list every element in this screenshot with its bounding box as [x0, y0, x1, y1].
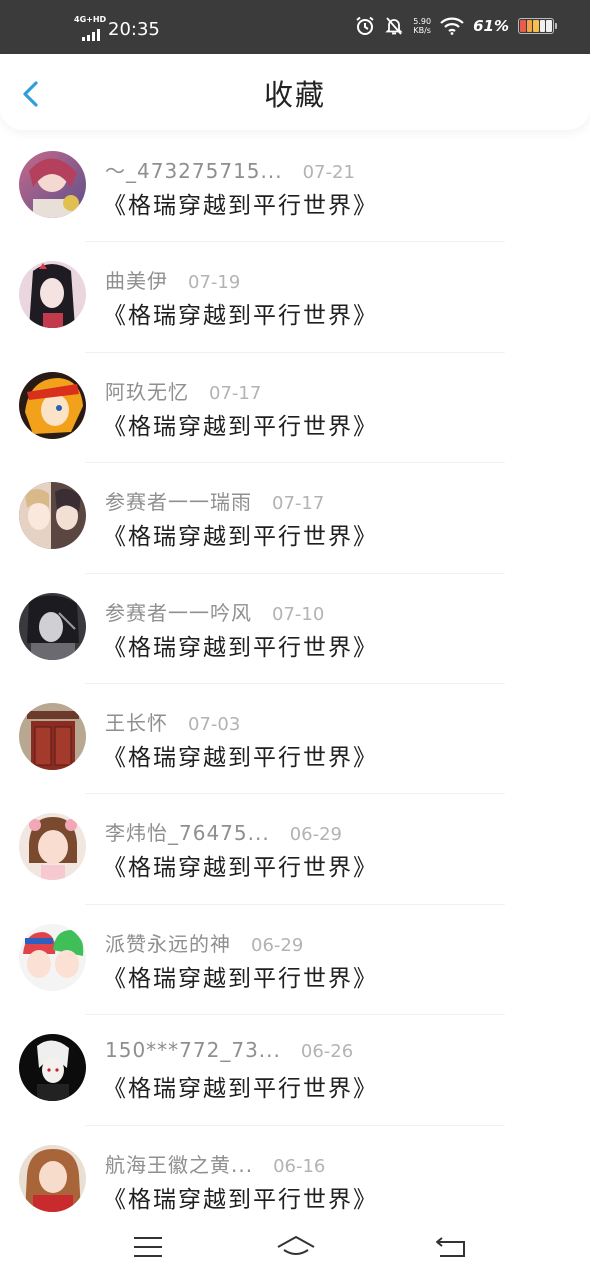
avatar[interactable]	[19, 1144, 86, 1212]
back-icon	[436, 1237, 465, 1257]
avatar[interactable]	[19, 482, 86, 550]
home-icon	[277, 1236, 315, 1255]
item-date: 07-17	[272, 493, 325, 515]
list-item[interactable]: 阿玖无忆 07-17 《格瑞穿越到平行世界》	[0, 353, 590, 464]
username[interactable]: 派赞永远的神	[105, 928, 231, 957]
book-title[interactable]: 《格瑞穿越到平行世界》	[103, 628, 378, 662]
item-date: 07-21	[302, 162, 355, 183]
home-button[interactable]	[276, 1232, 316, 1262]
list-item[interactable]: ～_473275715... 07-21 《格瑞穿越到平行世界》	[0, 132, 590, 243]
alarm-icon	[356, 16, 374, 35]
item-date: 06-16	[273, 1155, 326, 1177]
list-item[interactable]: 参赛者一一瑞雨 07-17 《格瑞穿越到平行世界》	[0, 463, 590, 574]
username[interactable]: 王长怀	[105, 707, 168, 736]
username[interactable]: 航海王徽之黄...	[105, 1149, 253, 1178]
list-item[interactable]: 李炜怡_76475... 06-29 《格瑞穿越到平行世界》	[0, 794, 590, 905]
book-title[interactable]: 《格瑞穿越到平行世界》	[103, 517, 378, 551]
username[interactable]: 李炜怡_76475...	[105, 817, 270, 846]
item-date: 06-29	[289, 824, 343, 846]
item-meta: ～_473275715... 07-21	[105, 155, 355, 184]
favorites-list: ～_473275715... 07-21 《格瑞穿越到平行世界》 曲美伊 07-…	[0, 132, 590, 1236]
username[interactable]: 150***772_73...	[105, 1038, 281, 1062]
menu-icon	[134, 1237, 162, 1257]
item-meta: 参赛者一一吟风 07-10	[105, 597, 324, 626]
item-meta: 王长怀 07-03	[105, 707, 240, 736]
book-title[interactable]: 《格瑞穿越到平行世界》	[103, 296, 378, 330]
avatar[interactable]	[19, 1034, 86, 1102]
username[interactable]: 阿玖无忆	[105, 376, 189, 405]
battery-percent: 61%	[473, 17, 509, 35]
avatar[interactable]	[19, 151, 86, 218]
list-item[interactable]: 派赞永远的神 06-29 《格瑞穿越到平行世界》	[0, 905, 590, 1016]
network-speed: 5.90 KB/s	[413, 17, 431, 35]
notifications-off-icon	[385, 17, 403, 35]
item-meta: 阿玖无忆 07-17	[105, 376, 261, 405]
system-nav-bar	[0, 1218, 590, 1280]
status-bar: 4G+HD 20:35 5.90 KB/s 61%	[0, 0, 590, 54]
list-item[interactable]: 王长怀 07-03 《格瑞穿越到平行世界》	[0, 684, 590, 795]
status-left: 4G+HD 20:35	[74, 15, 160, 43]
item-meta: 派赞永远的神 06-29	[105, 928, 303, 957]
item-meta: 参赛者一一瑞雨 07-17	[105, 486, 324, 515]
book-title[interactable]: 《格瑞穿越到平行世界》	[103, 848, 378, 882]
item-date: 06-29	[251, 934, 304, 956]
speed-unit: KB/s	[413, 26, 431, 35]
page-title: 收藏	[263, 78, 326, 112]
item-meta: 曲美伊 07-19	[105, 265, 240, 294]
list-item[interactable]: 参赛者一一吟风 07-10 《格瑞穿越到平行世界》	[0, 574, 590, 684]
avatar[interactable]	[19, 923, 86, 991]
item-date: 07-03	[188, 713, 241, 735]
battery-icon	[518, 18, 557, 34]
book-title[interactable]: 《格瑞穿越到平行世界》	[103, 186, 378, 220]
item-date: 06-26	[300, 1041, 354, 1063]
item-meta: 150***772_73... 06-26	[105, 1038, 353, 1062]
status-right: 5.90 KB/s 61%	[355, 16, 557, 36]
item-meta: 航海王徽之黄... 06-16	[105, 1149, 325, 1178]
signal-icon: 4G+HD	[74, 15, 107, 43]
status-time: 20:35	[108, 19, 160, 40]
username[interactable]: 曲美伊	[105, 265, 168, 294]
item-date: 07-17	[209, 382, 262, 404]
item-meta: 李炜怡_76475... 06-29	[105, 817, 342, 846]
username[interactable]: 参赛者一一瑞雨	[105, 486, 252, 515]
username[interactable]: ～_473275715...	[105, 155, 283, 184]
list-item[interactable]: 曲美伊 07-19 《格瑞穿越到平行世界》	[0, 242, 590, 353]
avatar[interactable]	[19, 813, 86, 881]
network-type: 4G+HD	[74, 15, 107, 24]
avatar[interactable]	[19, 371, 86, 439]
avatar[interactable]	[19, 592, 86, 660]
avatar[interactable]	[19, 702, 86, 770]
book-title[interactable]: 《格瑞穿越到平行世界》	[103, 1180, 378, 1214]
system-back-button[interactable]	[434, 1232, 468, 1262]
book-title[interactable]: 《格瑞穿越到平行世界》	[103, 959, 378, 993]
header: 收藏	[0, 54, 590, 130]
book-title[interactable]: 《格瑞穿越到平行世界》	[103, 407, 378, 441]
list-item[interactable]: 150***772_73... 06-26 《格瑞穿越到平行世界》	[0, 1015, 590, 1126]
book-title[interactable]: 《格瑞穿越到平行世界》	[103, 738, 378, 772]
username[interactable]: 参赛者一一吟风	[105, 597, 252, 626]
menu-button[interactable]	[131, 1232, 165, 1262]
avatar[interactable]	[19, 261, 86, 329]
book-title[interactable]: 《格瑞穿越到平行世界》	[103, 1069, 378, 1103]
item-date: 07-19	[188, 272, 241, 294]
item-date: 07-10	[272, 603, 325, 625]
speed-value: 5.90	[413, 17, 432, 26]
wifi-icon	[440, 17, 464, 35]
